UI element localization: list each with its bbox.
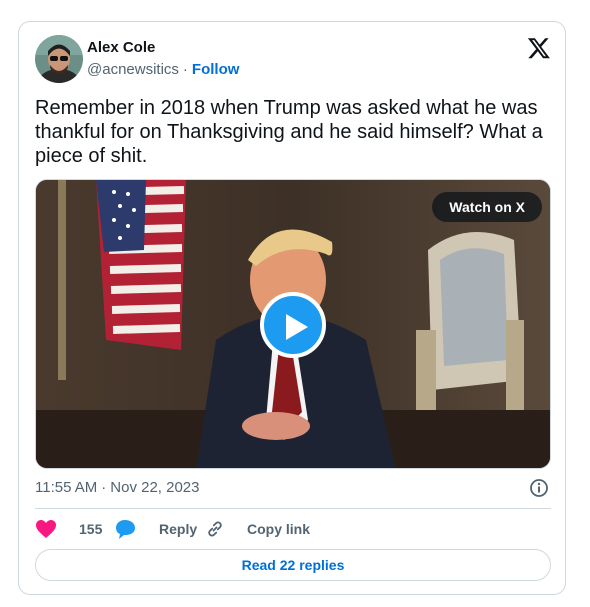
like-button[interactable]: 155 <box>35 516 102 542</box>
tweet-date: Nov 22, 2023 <box>110 479 200 496</box>
timestamp-separator: · <box>101 479 107 496</box>
author-handle[interactable]: @acnewsitics <box>87 61 179 78</box>
heart-icon <box>36 520 56 538</box>
read-replies-button[interactable]: Read 22 replies <box>35 549 551 581</box>
meta-separator: · <box>182 61 188 78</box>
reply-bubble-icon <box>116 520 135 539</box>
play-button[interactable] <box>260 292 326 358</box>
x-logo-icon[interactable] <box>527 36 551 60</box>
reply-button[interactable]: Reply <box>115 516 197 542</box>
tweet-text: Remember in 2018 when Trump was asked wh… <box>35 97 543 167</box>
copy-link-button[interactable]: Copy link <box>205 516 310 542</box>
like-count: 155 <box>79 521 103 537</box>
link-icon <box>208 521 222 537</box>
author-name[interactable]: Alex Cole <box>87 39 155 56</box>
follow-button[interactable]: Follow <box>192 61 240 78</box>
author-meta: @acnewsitics · Follow <box>87 61 239 78</box>
copy-link-label: Copy link <box>247 521 311 537</box>
play-icon <box>286 314 308 340</box>
video-media[interactable]: Watch on X <box>35 179 551 469</box>
info-icon[interactable] <box>529 478 549 498</box>
avatar[interactable] <box>35 35 83 83</box>
divider <box>35 508 551 509</box>
tweet-time: 11:55 AM <box>35 479 98 496</box>
reply-label: Reply <box>159 521 198 537</box>
tweet-embed-card: Alex Cole @acnewsitics · Follow Remember i… <box>18 21 566 595</box>
watch-on-x-button[interactable]: Watch on X <box>432 192 542 222</box>
tweet-timestamp[interactable]: 11:55 AM · Nov 22, 2023 <box>35 479 200 496</box>
